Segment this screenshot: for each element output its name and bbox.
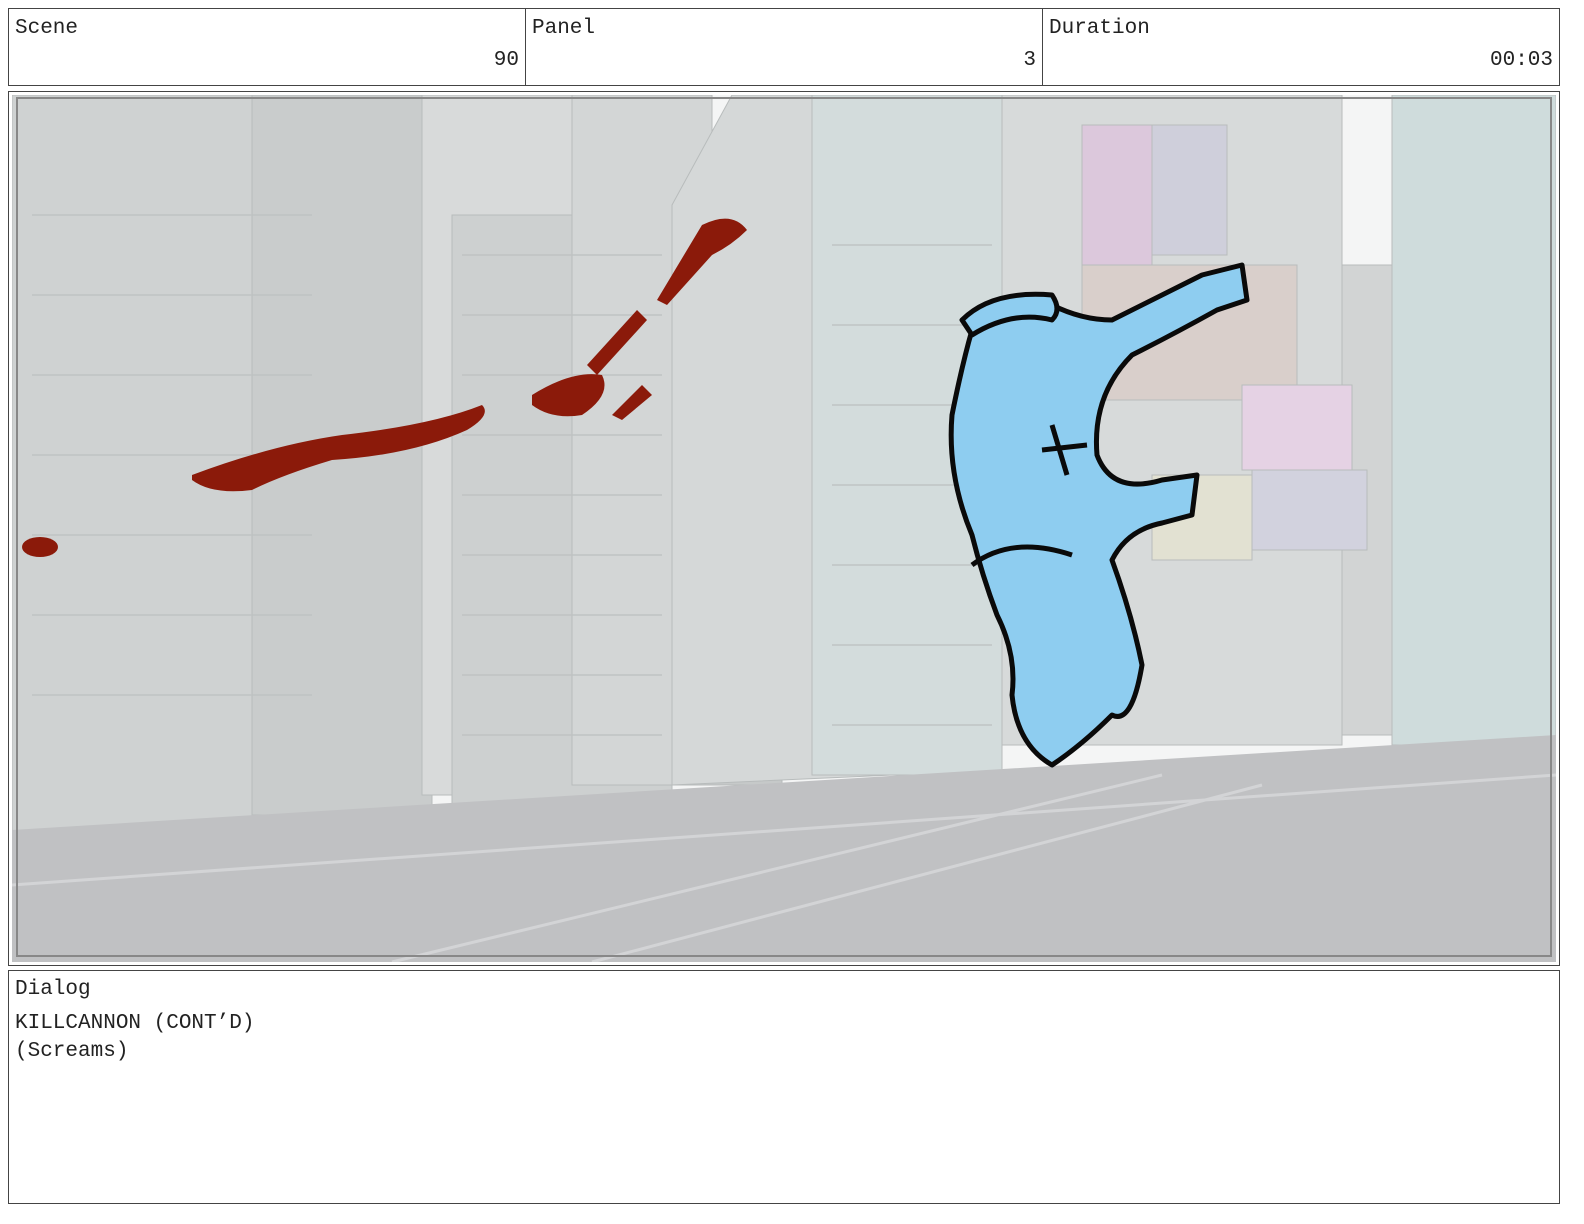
dialog-box: Dialog KILLCANNON (CONT’D) (Screams) (8, 970, 1560, 1204)
duration-field: Duration 00:03 (1043, 9, 1559, 85)
duration-label: Duration (1049, 17, 1150, 40)
panel-label: Panel (532, 17, 596, 40)
storyboard-drawing (12, 95, 1556, 962)
scene-field: Scene 90 (9, 9, 526, 85)
panel-value: 3 (1023, 49, 1036, 72)
scene-value: 90 (493, 49, 519, 72)
panel-field: Panel 3 (526, 9, 1043, 85)
dialog-label: Dialog (15, 978, 91, 1001)
duration-value: 00:03 (1489, 49, 1553, 72)
dialog-line: (Screams) (15, 1040, 129, 1063)
storyboard-frame (8, 91, 1560, 966)
dialog-character: KILLCANNON (CONT’D) (15, 1012, 255, 1035)
scene-label: Scene (15, 17, 79, 40)
panel-header: Scene 90 Panel 3 Duration 00:03 (8, 8, 1560, 86)
